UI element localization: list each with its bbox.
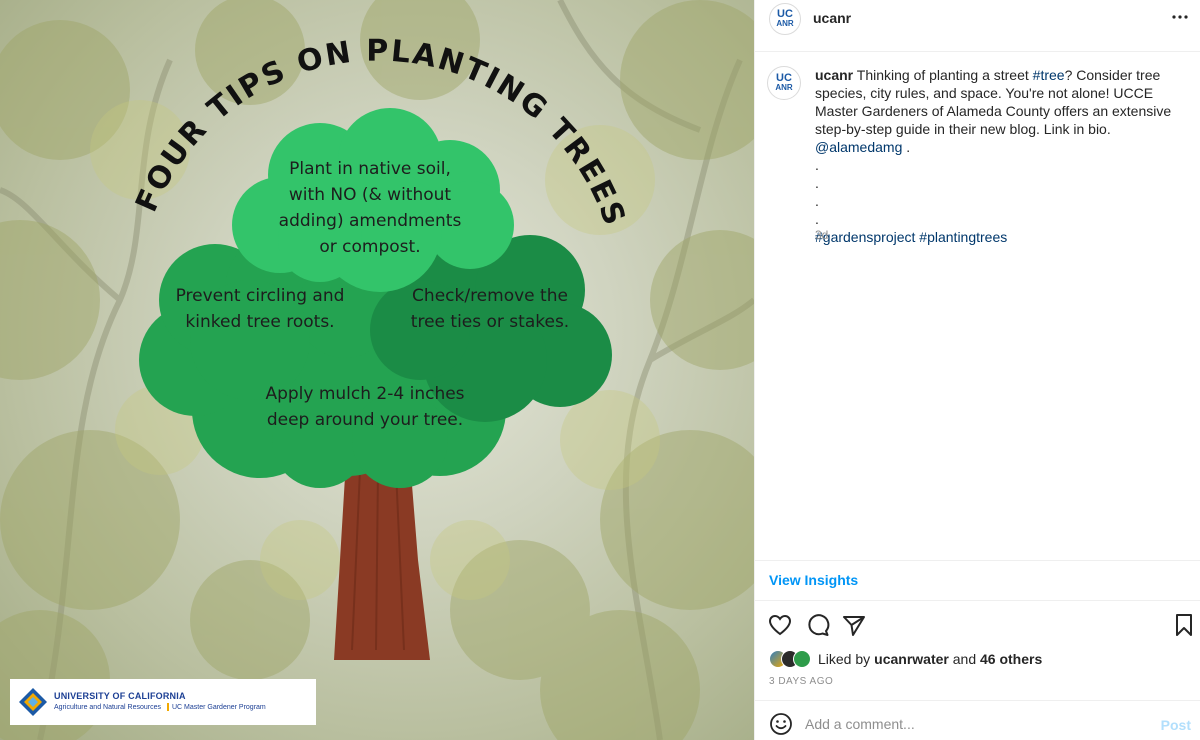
comment-input[interactable] — [805, 716, 1145, 732]
caption-author[interactable]: ucanr — [815, 67, 853, 83]
arc-title: FOUR TIPS ON PLANTING TREES — [129, 34, 630, 232]
view-insights-link[interactable]: View Insights — [769, 572, 858, 588]
emoji-icon[interactable] — [769, 712, 793, 736]
likes-others[interactable]: 46 others — [980, 651, 1042, 667]
liker-avatar — [793, 650, 811, 668]
liker-avatars[interactable] — [769, 650, 815, 668]
post-panel: UC ANR ucanr UC ANR ucanr Thinking of pl… — [754, 0, 1200, 740]
caption: ucanr Thinking of planting a street #tre… — [815, 66, 1195, 246]
post-comment-button[interactable]: Post — [1161, 717, 1191, 733]
caption-time: 3d — [815, 228, 829, 242]
tip-ties: Check/remove the tree ties or stakes. — [410, 286, 570, 332]
likes-prefix: Liked by — [818, 651, 871, 667]
mention-alamedamg[interactable]: @alamedamg — [815, 139, 902, 155]
ucanr-logo-mark — [18, 687, 48, 717]
header-divider — [755, 51, 1200, 52]
caption-text-3: . — [902, 139, 911, 155]
avatar[interactable]: UC ANR — [769, 3, 801, 35]
likes-summary: Liked by ucanrwater and 46 others — [769, 650, 1042, 668]
hashtag-tree[interactable]: #tree — [1033, 67, 1065, 83]
share-icon[interactable] — [841, 612, 867, 638]
caption-avatar[interactable]: UC ANR — [767, 66, 801, 100]
likes-user[interactable]: ucanrwater — [874, 651, 949, 667]
heart-icon[interactable] — [767, 612, 793, 638]
logo-program: UC Master Gardener Program — [172, 704, 266, 711]
comment-row: Post — [755, 708, 1200, 740]
caption-text-1: Thinking of planting a street — [853, 67, 1033, 83]
logo-org: UNIVERSITY OF CALIFORNIA — [54, 691, 186, 701]
insights-divider — [755, 560, 1200, 561]
header-username[interactable]: ucanr — [813, 10, 851, 26]
caption-dots: . . . . — [815, 157, 819, 227]
hashtag-plantingtrees[interactable]: #plantingtrees — [919, 229, 1007, 245]
comment-divider — [755, 700, 1200, 701]
actions-divider — [755, 600, 1200, 601]
ellipsis-icon[interactable] — [1171, 8, 1189, 31]
tip-roots: Prevent circling and kinked tree roots. — [175, 286, 345, 332]
action-bar — [755, 612, 1200, 638]
likes-middle: and — [948, 651, 980, 667]
post-header: UC ANR ucanr — [755, 0, 1200, 38]
tip-native-soil: Plant in native soil, with NO (& without… — [278, 159, 462, 257]
comment-icon[interactable] — [805, 612, 831, 638]
logo-division: Agriculture and Natural Resources — [54, 704, 161, 711]
tip-mulch: Apply mulch 2-4 inches deep around your … — [265, 384, 465, 430]
ucanr-logo: UNIVERSITY OF CALIFORNIA Agriculture and… — [10, 679, 316, 725]
bookmark-icon[interactable] — [1171, 612, 1197, 638]
hashtag-gardensproject[interactable]: #gardensproject — [815, 229, 915, 245]
post-date: 3 DAYS AGO — [769, 676, 834, 687]
post-image[interactable]: FOUR TIPS ON PLANTING TREES Plant in nat… — [0, 0, 754, 740]
